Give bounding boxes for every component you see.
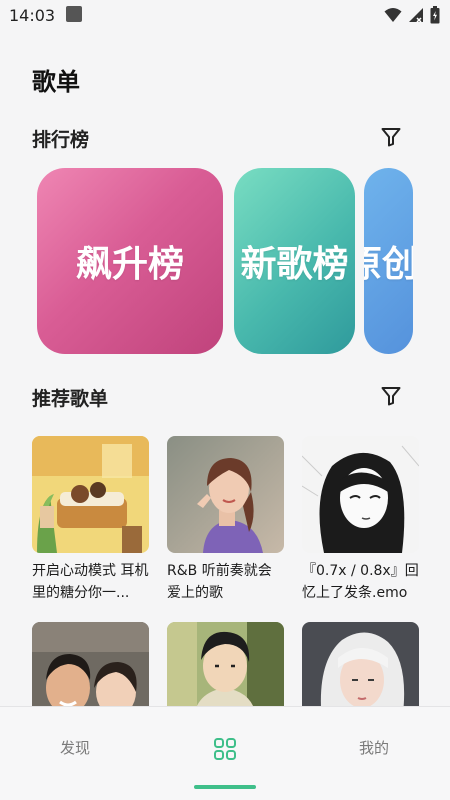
status-time: 14:03	[9, 6, 56, 25]
notification-icon	[66, 6, 82, 22]
rank-card-new-songs[interactable]: 新歌榜	[234, 168, 355, 354]
filter-icon	[381, 387, 401, 406]
bottom-navigation-bar: 发现 我的	[0, 706, 450, 800]
page-title: 歌单	[32, 68, 80, 96]
rank-card-soaring[interactable]: 飙升榜	[37, 168, 223, 354]
ranking-section-title: 排行榜	[32, 129, 90, 151]
ranking-filter-button[interactable]	[377, 123, 405, 151]
filter-icon	[381, 128, 401, 147]
rank-card-label: 新歌榜	[240, 244, 349, 285]
rank-card-original[interactable]: 原创	[364, 168, 413, 354]
signal-icon	[409, 8, 423, 23]
rank-card-label: 原创	[364, 244, 413, 285]
playlist-card[interactable]: 『0.7x / 0.8x』回忆上了发条.emo	[302, 436, 419, 604]
playlist-card[interactable]: R&B 听前奏就会爱上的歌	[167, 436, 284, 604]
playlist-cover-image	[32, 436, 149, 553]
rank-card-label: 飙升榜	[75, 244, 184, 285]
playlist-cover-image	[167, 436, 284, 553]
wifi-icon	[384, 8, 402, 22]
playlist-title: 『0.7x / 0.8x』回忆上了发条.emo	[302, 563, 419, 601]
playlist-cover-image	[302, 436, 419, 553]
grid-icon	[214, 738, 236, 760]
status-bar: 14:03	[0, 0, 450, 32]
status-icons	[384, 6, 440, 24]
playlist-card[interactable]: 开启心动模式 耳机里的糖分你一...	[32, 436, 149, 604]
nav-tab-discover[interactable]: 发现	[60, 737, 90, 758]
recommended-filter-button[interactable]	[377, 382, 405, 410]
nav-tab-mine[interactable]: 我的	[359, 737, 389, 758]
playlist-title: 开启心动模式 耳机里的糖分你一...	[32, 563, 149, 601]
nav-tab-playlists[interactable]	[213, 737, 237, 765]
recommended-section-title: 推荐歌单	[32, 388, 109, 410]
screen: 14:03 歌单 排行榜 飙升榜 新歌榜 原创 推荐歌单 开启心动模式 耳机里的…	[0, 0, 450, 800]
playlist-title: R&B 听前奏就会爱上的歌	[167, 563, 272, 601]
battery-icon	[430, 6, 440, 24]
active-tab-indicator	[194, 785, 256, 789]
